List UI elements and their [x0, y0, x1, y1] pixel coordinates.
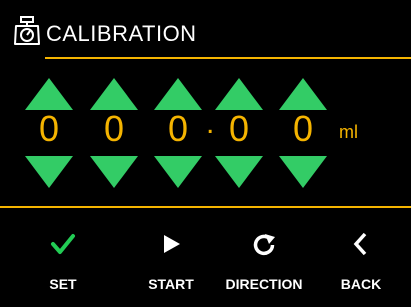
digit-5: 0 — [292, 108, 314, 149]
increment-digit-2-button[interactable] — [89, 77, 139, 111]
digit-column-4: 0 — [214, 62, 264, 202]
digit-2: 0 — [103, 108, 125, 149]
digit-column-1: 0 — [24, 62, 74, 202]
digit-4: 0 — [228, 108, 250, 149]
rotate-icon — [253, 234, 275, 256]
direction-button[interactable]: DIRECTION — [219, 226, 309, 296]
header: CALIBRATION — [0, 0, 411, 62]
digit-3: 0 — [167, 108, 189, 149]
unit-label: ml — [339, 122, 358, 142]
decrement-digit-3-button[interactable] — [153, 155, 203, 189]
direction-button-label: DIRECTION — [225, 276, 303, 292]
back-button[interactable]: BACK — [316, 226, 406, 296]
decrement-digit-2-button[interactable] — [89, 155, 139, 189]
page-title: CALIBRATION — [46, 21, 197, 46]
increment-digit-3-button[interactable] — [153, 77, 203, 111]
decrement-digit-5-button[interactable] — [278, 155, 328, 189]
increment-digit-1-button[interactable] — [24, 77, 74, 111]
play-icon — [164, 235, 180, 253]
scale-icon — [14, 16, 40, 45]
increment-digit-4-button[interactable] — [214, 77, 264, 111]
start-button-label: START — [148, 276, 194, 292]
set-button-label: SET — [49, 276, 77, 292]
digit-column-5: 0 — [278, 62, 328, 202]
decrement-digit-4-button[interactable] — [214, 155, 264, 189]
digit-1: 0 — [38, 108, 60, 149]
digit-column-3: 0 — [153, 62, 203, 202]
chevron-left-icon — [353, 232, 367, 256]
increment-digit-5-button[interactable] — [278, 77, 328, 111]
decimal-point: . — [206, 107, 215, 140]
back-button-label: BACK — [340, 276, 382, 292]
digit-column-2: 0 — [89, 62, 139, 202]
decrement-digit-1-button[interactable] — [24, 155, 74, 189]
check-icon — [51, 234, 75, 254]
calibration-screen: CALIBRATION 0 0 0 0 0 . ml SET START DIR… — [0, 0, 411, 307]
header-divider — [45, 57, 411, 59]
start-button[interactable]: START — [126, 226, 216, 296]
footer-divider — [0, 206, 411, 208]
set-button[interactable]: SET — [18, 226, 108, 296]
